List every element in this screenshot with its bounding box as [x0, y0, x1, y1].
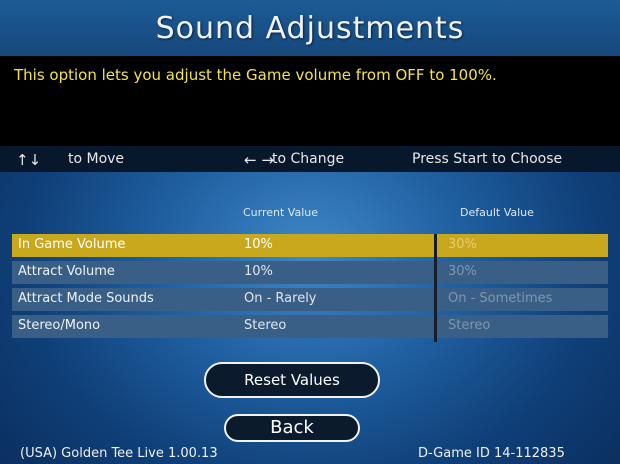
description-text: This option lets you adjust the Game vol…: [14, 66, 497, 84]
setting-current-value: On - Rarely: [244, 291, 317, 306]
start-hint: Press Start to Choose: [412, 151, 563, 167]
current-value-header: Current Value: [243, 206, 319, 219]
setting-default-value: 30%: [448, 237, 477, 252]
setting-name: Stereo/Mono: [18, 318, 101, 333]
back-button[interactable]: Back: [224, 414, 360, 442]
setting-row-in-game-volume[interactable]: In Game Volume 10% 30%: [12, 234, 608, 257]
setting-current-value: Stereo: [244, 318, 287, 333]
settings-list: In Game Volume 10% 30% Attract Volume 10…: [12, 234, 608, 342]
setting-row-stereo-mono[interactable]: Stereo/Mono Stereo Stereo: [12, 315, 608, 338]
setting-name: Attract Mode Sounds: [18, 291, 154, 306]
page-title: Sound Adjustments: [155, 10, 465, 46]
default-value-header: Default Value: [460, 206, 534, 219]
setting-row-attract-mode-sounds[interactable]: Attract Mode Sounds On - Rarely On - Som…: [12, 288, 608, 311]
change-hint: to Change: [272, 151, 345, 167]
up-down-arrows-icon: ↑↓: [16, 151, 42, 169]
setting-default-value: 30%: [448, 264, 477, 279]
setting-name: Attract Volume: [18, 264, 115, 279]
title-bar: Sound Adjustments: [0, 0, 620, 56]
left-right-arrows-icon: ← →: [244, 151, 274, 169]
move-hint: to Move: [68, 151, 125, 167]
game-id-label: D-Game ID 14-112835: [418, 446, 565, 461]
setting-name: In Game Volume: [18, 237, 126, 252]
setting-current-value: 10%: [244, 264, 273, 279]
controls-hint-bar: ↑↓ to Move ← → to Change Press Start to …: [0, 146, 620, 172]
setting-default-value: On - Sometimes: [448, 291, 553, 306]
reset-values-button[interactable]: Reset Values: [204, 362, 380, 398]
column-divider: [434, 234, 437, 342]
setting-row-attract-volume[interactable]: Attract Volume 10% 30%: [12, 261, 608, 284]
version-label: (USA) Golden Tee Live 1.00.13: [20, 446, 218, 461]
setting-default-value: Stereo: [448, 318, 491, 333]
setting-current-value: 10%: [244, 237, 273, 252]
description-panel: This option lets you adjust the Game vol…: [0, 56, 620, 146]
